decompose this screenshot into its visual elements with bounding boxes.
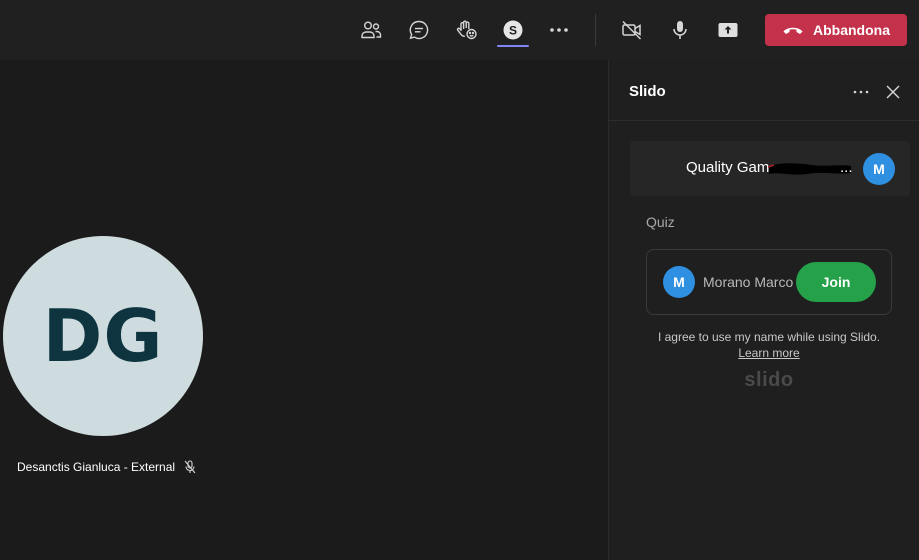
close-icon xyxy=(886,85,900,99)
hang-up-icon xyxy=(783,27,803,34)
quiz-join-card: M Morano Marco Join xyxy=(646,249,892,315)
raise-hand-icon xyxy=(456,20,477,40)
slido-event-card[interactable]: Quality Gam ... M xyxy=(630,141,910,196)
panel-title: Slido xyxy=(629,83,666,100)
learn-more-link[interactable]: Learn more xyxy=(738,346,799,360)
panel-close-button[interactable] xyxy=(881,81,905,103)
leave-button-label: Abbandona xyxy=(813,22,890,38)
more-icon xyxy=(550,28,568,32)
participants-button[interactable] xyxy=(353,12,389,48)
more-icon xyxy=(853,90,869,94)
participant-name-label: Desanctis Gianluca - External xyxy=(17,460,196,474)
microphone-toggle-button[interactable] xyxy=(662,12,698,48)
participant-name: Desanctis Gianluca - External xyxy=(17,460,176,474)
slido-app-icon: S xyxy=(503,20,523,40)
slido-app-button[interactable]: S xyxy=(495,12,531,48)
slido-panel: Slido Quality Gam ... M Quiz M Morano Ma… xyxy=(608,60,919,560)
user-avatar-initial: M xyxy=(873,161,885,177)
slido-app-letter: S xyxy=(509,23,517,37)
consent-message: I agree to use my name while using Slido… xyxy=(657,330,881,344)
leave-meeting-button[interactable]: Abbandona xyxy=(765,14,907,46)
people-icon xyxy=(361,21,382,39)
panel-more-button[interactable] xyxy=(849,81,873,103)
reactions-button[interactable] xyxy=(449,12,485,48)
camera-off-icon xyxy=(622,20,642,40)
chat-icon xyxy=(409,20,429,40)
teams-meeting-window: S Abbandona DG Desanctis Gianluca - Exte… xyxy=(0,0,919,560)
event-title: Quality Gam xyxy=(686,159,770,176)
camera-toggle-button[interactable] xyxy=(614,12,650,48)
mic-muted-icon xyxy=(184,460,196,474)
panel-header: Slido xyxy=(609,60,919,121)
participant-avatar[interactable]: DG xyxy=(3,236,203,436)
share-screen-button[interactable] xyxy=(710,12,746,48)
more-actions-button[interactable] xyxy=(541,12,577,48)
meeting-stage: DG Desanctis Gianluca - External xyxy=(0,60,608,560)
slido-logo: slido xyxy=(744,369,794,391)
chat-button[interactable] xyxy=(401,12,437,48)
consent-text: I agree to use my name while using Slido… xyxy=(649,329,889,361)
join-button[interactable]: Join xyxy=(796,262,876,302)
join-user-name: Morano Marco xyxy=(703,274,794,290)
active-tab-indicator xyxy=(497,45,529,47)
user-avatar: M xyxy=(863,153,895,185)
quiz-section-label: Quiz xyxy=(646,214,675,230)
toolbar-divider xyxy=(595,14,596,46)
join-user-avatar: M xyxy=(663,266,695,298)
join-user-avatar-initial: M xyxy=(673,274,685,290)
share-icon xyxy=(718,23,738,37)
meeting-toolbar: S Abbandona xyxy=(0,0,919,60)
event-title-ellipsis: ... xyxy=(840,159,853,176)
participant-initials: DG xyxy=(42,294,164,378)
microphone-icon xyxy=(673,21,687,39)
